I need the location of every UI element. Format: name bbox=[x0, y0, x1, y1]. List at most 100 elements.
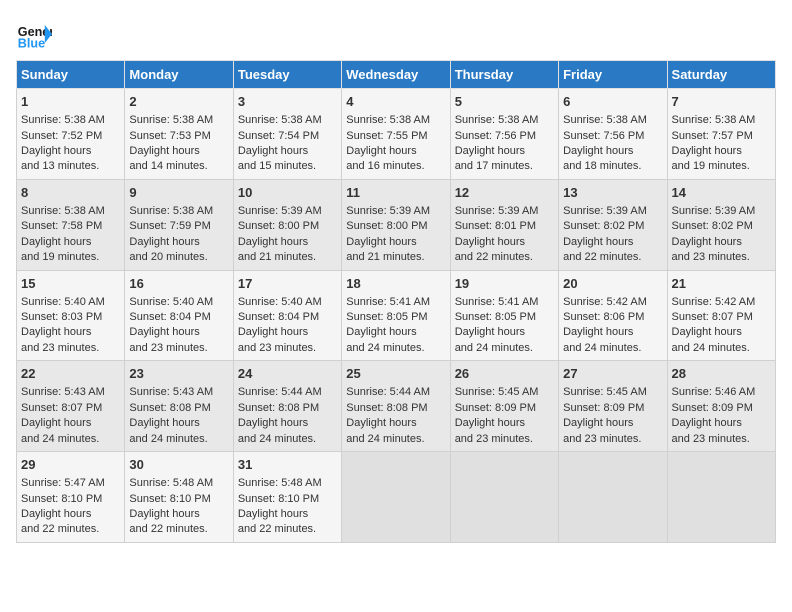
day-info: Sunrise: 5:38 AMSunset: 7:56 PMDaylight … bbox=[563, 114, 647, 172]
day-number: 3 bbox=[238, 93, 337, 111]
calendar-cell: 17 Sunrise: 5:40 AMSunset: 8:04 PMDayligh… bbox=[233, 270, 341, 361]
day-number: 2 bbox=[129, 93, 228, 111]
calendar-cell: 4Sunrise: 5:38 AMSunset: 7:55 PMDaylight… bbox=[342, 89, 450, 180]
day-number: 20 bbox=[563, 275, 662, 293]
day-info: Sunrise: 5:44 AMSunset: 8:08 PMDaylight … bbox=[346, 386, 430, 444]
day-number: 18 bbox=[346, 275, 445, 293]
day-info: Sunrise: 5:38 AMSunset: 7:56 PMDaylight … bbox=[455, 114, 539, 172]
day-info: Sunrise: 5:45 AMSunset: 8:09 PMDaylight … bbox=[563, 386, 647, 444]
calendar-cell: 12Sunrise: 5:39 AMSunset: 8:01 PMDayligh… bbox=[450, 179, 558, 270]
calendar-cell bbox=[342, 452, 450, 543]
calendar-cell: 3 Sunrise: 5:38 AMSunset: 7:54 PMDaylight… bbox=[233, 89, 341, 180]
day-header-monday: Monday bbox=[125, 61, 233, 89]
calendar-cell: 27Sunrise: 5:45 AMSunset: 8:09 PMDayligh… bbox=[559, 361, 667, 452]
day-info: Sunrise: 5:40 AMSunset: 8:04 PMDaylight … bbox=[129, 296, 213, 354]
day-number: 9 bbox=[129, 184, 228, 202]
calendar-cell: 22 Sunrise: 5:43 AMSunset: 8:07 PMDayligh… bbox=[17, 361, 125, 452]
calendar-cell: 1Sunrise: 5:38 AMSunset: 7:52 PMDaylight… bbox=[17, 89, 125, 180]
day-number: 22 bbox=[21, 365, 120, 383]
day-info: Sunrise: 5:42 AMSunset: 8:06 PMDaylight … bbox=[563, 296, 647, 354]
day-info: Sunrise: 5:43 AMSunset: 8:08 PMDaylight … bbox=[129, 386, 213, 444]
day-info: Sunrise: 5:39 AMSunset: 8:01 PMDaylight … bbox=[455, 205, 539, 263]
calendar-cell: 19 Sunrise: 5:41 AMSunset: 8:05 PMDayligh… bbox=[450, 270, 558, 361]
day-number: 4 bbox=[346, 93, 445, 111]
calendar-cell: 21 Sunrise: 5:42 AMSunset: 8:07 PMDayligh… bbox=[667, 270, 775, 361]
day-number: 10 bbox=[238, 184, 337, 202]
calendar-cell: 11 Sunrise: 5:39 AMSunset: 8:00 PMDayligh… bbox=[342, 179, 450, 270]
day-header-friday: Friday bbox=[559, 61, 667, 89]
day-number: 5 bbox=[455, 93, 554, 111]
day-info: Sunrise: 5:38 AMSunset: 7:58 PMDaylight … bbox=[21, 205, 105, 263]
day-info: Sunrise: 5:42 AMSunset: 8:07 PMDaylight … bbox=[672, 296, 756, 354]
day-info: Sunrise: 5:41 AMSunset: 8:05 PMDaylight … bbox=[346, 296, 430, 354]
day-info: Sunrise: 5:48 AMSunset: 8:10 PMDaylight … bbox=[129, 477, 213, 535]
calendar-cell: 26 Sunrise: 5:45 AMSunset: 8:09 PMDayligh… bbox=[450, 361, 558, 452]
calendar-cell: 14 Sunrise: 5:39 AMSunset: 8:02 PMDayligh… bbox=[667, 179, 775, 270]
calendar-cell: 10 Sunrise: 5:39 AMSunset: 8:00 PMDayligh… bbox=[233, 179, 341, 270]
day-info: Sunrise: 5:38 AMSunset: 7:54 PMDaylight … bbox=[238, 114, 322, 172]
calendar-cell: 8 Sunrise: 5:38 AMSunset: 7:58 PMDaylight… bbox=[17, 179, 125, 270]
day-info: Sunrise: 5:48 AMSunset: 8:10 PMDaylight … bbox=[238, 477, 322, 535]
day-info: Sunrise: 5:39 AMSunset: 8:00 PMDaylight … bbox=[238, 205, 322, 263]
day-info: Sunrise: 5:47 AMSunset: 8:10 PMDaylight … bbox=[21, 477, 105, 535]
day-header-sunday: Sunday bbox=[17, 61, 125, 89]
calendar-cell: 20 Sunrise: 5:42 AMSunset: 8:06 PMDayligh… bbox=[559, 270, 667, 361]
calendar-table: SundayMondayTuesdayWednesdayThursdayFrid… bbox=[16, 60, 776, 543]
calendar-cell bbox=[559, 452, 667, 543]
calendar-cell: 6 Sunrise: 5:38 AMSunset: 7:56 PMDaylight… bbox=[559, 89, 667, 180]
calendar-cell: 18 Sunrise: 5:41 AMSunset: 8:05 PMDayligh… bbox=[342, 270, 450, 361]
day-header-saturday: Saturday bbox=[667, 61, 775, 89]
day-number: 25 bbox=[346, 365, 445, 383]
day-number: 8 bbox=[21, 184, 120, 202]
day-number: 21 bbox=[672, 275, 771, 293]
day-number: 26 bbox=[455, 365, 554, 383]
day-number: 7 bbox=[672, 93, 771, 111]
day-info: Sunrise: 5:39 AMSunset: 8:02 PMDaylight … bbox=[563, 205, 647, 263]
day-number: 24 bbox=[238, 365, 337, 383]
day-info: Sunrise: 5:38 AMSunset: 7:59 PMDaylight … bbox=[129, 205, 213, 263]
calendar-cell: 25 Sunrise: 5:44 AMSunset: 8:08 PMDayligh… bbox=[342, 361, 450, 452]
day-number: 17 bbox=[238, 275, 337, 293]
calendar-cell: 28 Sunrise: 5:46 AMSunset: 8:09 PMDayligh… bbox=[667, 361, 775, 452]
day-info: Sunrise: 5:40 AMSunset: 8:04 PMDaylight … bbox=[238, 296, 322, 354]
day-number: 19 bbox=[455, 275, 554, 293]
calendar-cell: 2Sunrise: 5:38 AMSunset: 7:53 PMDaylight… bbox=[125, 89, 233, 180]
day-info: Sunrise: 5:39 AMSunset: 8:02 PMDaylight … bbox=[672, 205, 756, 263]
day-info: Sunrise: 5:39 AMSunset: 8:00 PMDaylight … bbox=[346, 205, 430, 263]
calendar-cell: 16 Sunrise: 5:40 AMSunset: 8:04 PMDayligh… bbox=[125, 270, 233, 361]
calendar-cell: 5 Sunrise: 5:38 AMSunset: 7:56 PMDaylight… bbox=[450, 89, 558, 180]
day-number: 28 bbox=[672, 365, 771, 383]
week-row-4: 29 Sunrise: 5:47 AMSunset: 8:10 PMDayligh… bbox=[17, 452, 776, 543]
day-number: 14 bbox=[672, 184, 771, 202]
days-header-row: SundayMondayTuesdayWednesdayThursdayFrid… bbox=[17, 61, 776, 89]
calendar-cell: 24 Sunrise: 5:44 AMSunset: 8:08 PMDayligh… bbox=[233, 361, 341, 452]
day-number: 23 bbox=[129, 365, 228, 383]
day-info: Sunrise: 5:46 AMSunset: 8:09 PMDaylight … bbox=[672, 386, 756, 444]
week-row-2: 15Sunrise: 5:40 AMSunset: 8:03 PMDayligh… bbox=[17, 270, 776, 361]
day-info: Sunrise: 5:43 AMSunset: 8:07 PMDaylight … bbox=[21, 386, 105, 444]
calendar-cell: 30Sunrise: 5:48 AMSunset: 8:10 PMDayligh… bbox=[125, 452, 233, 543]
calendar-cell: 15Sunrise: 5:40 AMSunset: 8:03 PMDayligh… bbox=[17, 270, 125, 361]
day-number: 6 bbox=[563, 93, 662, 111]
calendar-cell: 31 Sunrise: 5:48 AMSunset: 8:10 PMDayligh… bbox=[233, 452, 341, 543]
calendar-cell: 29 Sunrise: 5:47 AMSunset: 8:10 PMDayligh… bbox=[17, 452, 125, 543]
calendar-cell: 7Sunrise: 5:38 AMSunset: 7:57 PMDaylight… bbox=[667, 89, 775, 180]
calendar-cell: 13 Sunrise: 5:39 AMSunset: 8:02 PMDayligh… bbox=[559, 179, 667, 270]
day-number: 13 bbox=[563, 184, 662, 202]
calendar-cell: 9 Sunrise: 5:38 AMSunset: 7:59 PMDaylight… bbox=[125, 179, 233, 270]
day-header-thursday: Thursday bbox=[450, 61, 558, 89]
header: General Blue bbox=[16, 16, 776, 52]
day-number: 16 bbox=[129, 275, 228, 293]
calendar-cell bbox=[450, 452, 558, 543]
calendar-cell bbox=[667, 452, 775, 543]
svg-text:Blue: Blue bbox=[18, 37, 45, 51]
day-info: Sunrise: 5:41 AMSunset: 8:05 PMDaylight … bbox=[455, 296, 539, 354]
week-row-3: 22 Sunrise: 5:43 AMSunset: 8:07 PMDayligh… bbox=[17, 361, 776, 452]
day-number: 29 bbox=[21, 456, 120, 474]
day-header-wednesday: Wednesday bbox=[342, 61, 450, 89]
day-info: Sunrise: 5:45 AMSunset: 8:09 PMDaylight … bbox=[455, 386, 539, 444]
day-header-tuesday: Tuesday bbox=[233, 61, 341, 89]
day-info: Sunrise: 5:44 AMSunset: 8:08 PMDaylight … bbox=[238, 386, 322, 444]
day-number: 11 bbox=[346, 184, 445, 202]
day-number: 31 bbox=[238, 456, 337, 474]
